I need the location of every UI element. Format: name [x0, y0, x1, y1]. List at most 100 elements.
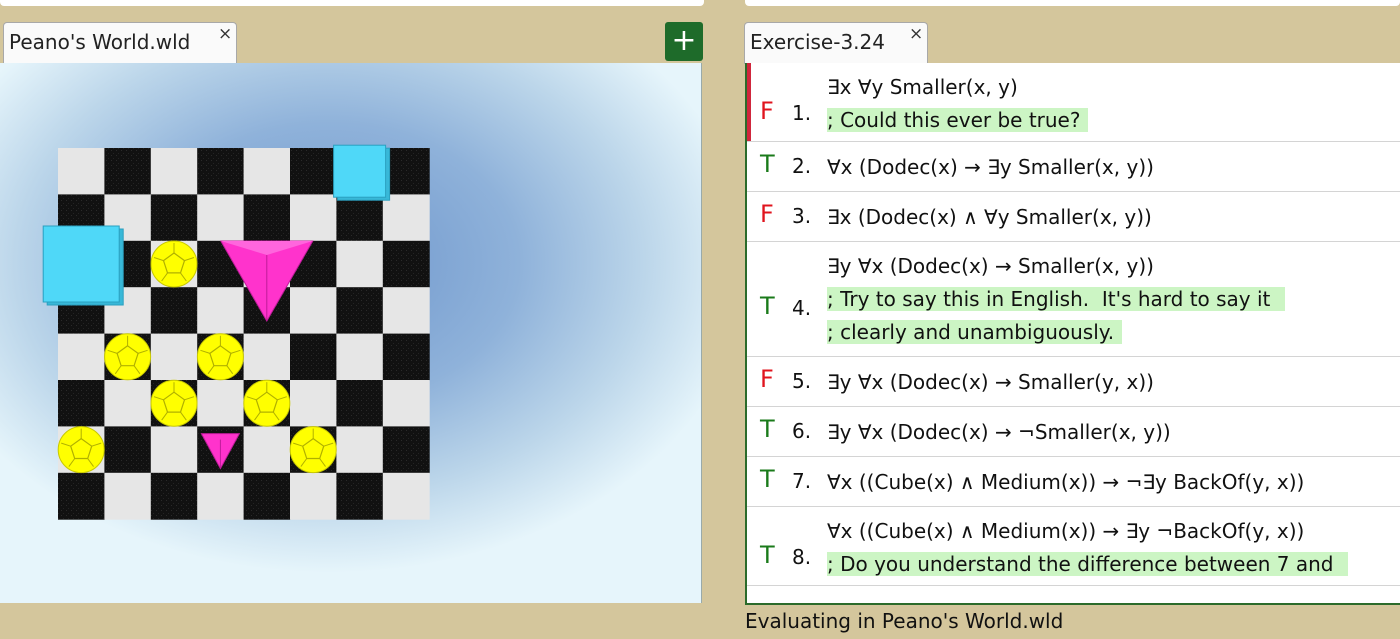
truth-value-icon: T [760, 292, 775, 320]
board-square[interactable] [150, 472, 198, 520]
board-square[interactable] [243, 472, 291, 520]
status-text: Evaluating in Peano's World.wld [745, 609, 1064, 633]
board-square[interactable] [58, 148, 105, 195]
board-square[interactable] [243, 148, 291, 195]
sentence-number: 4. [792, 296, 812, 320]
sentence-row[interactable]: F 3. ∃x (Dodec(x) ∧ ∀y Smaller(x, y)) [747, 192, 1400, 242]
sentence-formula[interactable]: ∀x ((Cube(x) ∧ Medium(x)) → ¬∃y BackOf(y… [827, 470, 1304, 494]
world-view[interactable] [0, 63, 702, 603]
board-square[interactable] [58, 472, 105, 520]
board-square[interactable] [150, 148, 198, 195]
board-square[interactable] [243, 333, 291, 381]
top-bar-right [745, 0, 1400, 6]
sentence-list[interactable]: F 1. ∃x ∀y Smaller(x, y) ; Could this ever … [745, 63, 1400, 605]
board-square[interactable] [197, 380, 245, 427]
board-square[interactable] [58, 333, 105, 381]
sentence-tab-label: Exercise-3.24 [750, 30, 885, 54]
sentence-row[interactable]: F 5. ∃y ∀x (Dodec(x) → Smaller(y, x)) [747, 357, 1400, 407]
board-square[interactable] [197, 148, 245, 195]
board-square[interactable] [150, 287, 198, 335]
dodec-small[interactable] [150, 379, 198, 427]
truth-value-icon: F [760, 200, 774, 228]
sentence-row[interactable]: T 6. ∃y ∀x (Dodec(x) → ¬Smaller(x, y)) [747, 407, 1400, 457]
sentence-comment: ; Could this ever be true? [827, 108, 1089, 132]
sentence-formula[interactable]: ∃x (Dodec(x) ∧ ∀y Smaller(x, y)) [827, 205, 1152, 229]
sentence-formula[interactable]: ∃y ∀x (Dodec(x) → Smaller(y, x)) [827, 370, 1154, 394]
sentence-formula[interactable]: ∀x (Dodec(x) → ∃y Smaller(x, y)) [827, 155, 1154, 179]
board-square[interactable] [382, 287, 430, 335]
board-square[interactable] [104, 380, 152, 427]
board-square[interactable] [336, 426, 384, 474]
board-square[interactable] [336, 240, 384, 288]
sentence-formula[interactable]: ∃y ∀x (Dodec(x) → Smaller(x, y)) [827, 254, 1154, 278]
world-tab-label: Peano's World.wld [9, 30, 191, 54]
dodec-small[interactable] [289, 426, 337, 474]
dodec-small[interactable] [150, 240, 198, 288]
truth-value-icon: T [760, 150, 775, 178]
board-square[interactable] [197, 194, 245, 242]
cube-small[interactable] [333, 144, 391, 201]
truth-value-icon: F [760, 96, 774, 125]
sentence-comment: ; Try to say this in English. It's hard … [827, 287, 1285, 311]
dodec-small[interactable] [57, 426, 105, 474]
world-board-svg[interactable] [0, 63, 702, 603]
board-square[interactable] [243, 426, 291, 474]
board-square[interactable] [290, 472, 337, 520]
sentence-number: 7. [792, 469, 812, 493]
board-square[interactable] [197, 287, 245, 335]
world-tab[interactable]: Peano's World.wld × [3, 22, 237, 64]
sentence-number: 6. [792, 419, 812, 443]
board-square[interactable] [336, 194, 384, 242]
board-square[interactable] [104, 426, 152, 474]
cube-medium[interactable] [42, 225, 124, 306]
dodec-small[interactable] [243, 379, 291, 427]
board-square[interactable] [150, 333, 198, 381]
sentence-number: 8. [792, 544, 812, 569]
board-square[interactable] [382, 194, 430, 242]
board-square[interactable] [290, 148, 337, 195]
sentence-row[interactable]: T 2. ∀x (Dodec(x) → ∃y Smaller(x, y)) [747, 142, 1400, 192]
sentence-formula[interactable]: ∃y ∀x (Dodec(x) → ¬Smaller(x, y)) [827, 420, 1171, 444]
board-square[interactable] [382, 426, 430, 474]
sentence-number: 1. [792, 100, 812, 125]
board-square[interactable] [150, 194, 198, 242]
board-square[interactable] [336, 333, 384, 381]
board-square[interactable] [382, 472, 430, 520]
board-square[interactable] [290, 194, 337, 242]
sentence-tab[interactable]: Exercise-3.24 × [744, 22, 928, 64]
sentence-row[interactable]: T 4. ∃y ∀x (Dodec(x) → Smaller(x, y)) ; Try… [747, 242, 1400, 357]
dodec-small[interactable] [104, 333, 152, 381]
add-tab-button[interactable]: + [665, 22, 703, 61]
board-square[interactable] [336, 380, 384, 427]
board-square[interactable] [290, 380, 337, 427]
sentence-row[interactable]: F 1. ∃x ∀y Smaller(x, y) ; Could this ever … [747, 63, 1400, 142]
board-square[interactable] [382, 240, 430, 288]
truth-value-icon: T [760, 540, 775, 569]
board-square[interactable] [58, 380, 105, 427]
sentence-row[interactable]: T 7. ∀x ((Cube(x) ∧ Medium(x)) → ¬∃y BackO… [747, 457, 1400, 507]
board-square[interactable] [290, 333, 337, 381]
board-square[interactable] [336, 472, 384, 520]
board-square[interactable] [336, 287, 384, 335]
sentence-comment: ; Do you understand the difference betwe… [827, 552, 1348, 576]
board-square[interactable] [150, 426, 198, 474]
board-square[interactable] [290, 287, 337, 335]
board-square[interactable] [382, 380, 430, 427]
sentence-row[interactable]: T 8. ∀x ((Cube(x) ∧ Medium(x)) → ∃y ¬BackO… [747, 507, 1400, 586]
truth-value-icon: T [760, 465, 775, 493]
dodec-small[interactable] [196, 333, 244, 381]
sentence-comment: ; clearly and unambiguously. [827, 320, 1123, 344]
sentence-formula[interactable]: ∀x ((Cube(x) ∧ Medium(x)) → ∃y ¬BackOf(y… [827, 519, 1304, 543]
chessboard[interactable] [58, 148, 430, 520]
board-square[interactable] [243, 194, 291, 242]
truth-value-icon: F [760, 365, 774, 393]
board-square[interactable] [104, 148, 152, 195]
sentence-formula[interactable]: ∃x ∀y Smaller(x, y) [827, 75, 1018, 99]
board-square[interactable] [197, 472, 245, 520]
top-bar-left [0, 0, 704, 6]
close-icon[interactable]: × [218, 24, 232, 44]
board-square[interactable] [104, 472, 152, 520]
board-square[interactable] [382, 333, 430, 381]
sentence-number: 5. [792, 369, 812, 393]
close-icon[interactable]: × [909, 24, 923, 44]
